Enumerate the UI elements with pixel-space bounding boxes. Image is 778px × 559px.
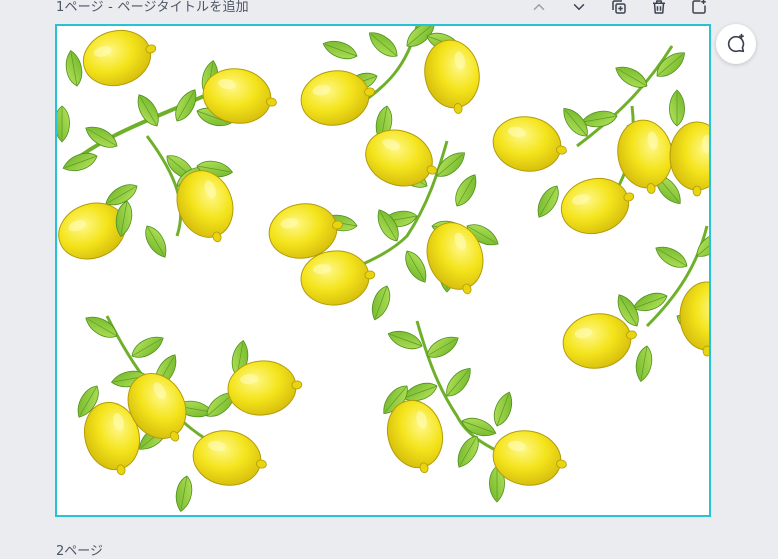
chevron-down-icon: [573, 4, 585, 10]
duplicate-page-button[interactable]: [608, 0, 630, 18]
add-comment-icon: [727, 33, 745, 53]
lemon-branch-top-left: [57, 26, 282, 269]
add-page-icon: [692, 0, 706, 14]
lemon-pattern-illustration: [57, 26, 709, 514]
trash-icon: [653, 0, 665, 14]
lemon-branch-right: [558, 225, 709, 384]
page-header: 1ページ - ページタイトルを追加: [56, 0, 710, 18]
add-comment-button[interactable]: [716, 24, 756, 64]
lemon-branch-bottom-center: [377, 320, 572, 503]
lemon-branch-center: [264, 120, 503, 323]
move-page-up-button[interactable]: [528, 0, 550, 18]
move-page-down-button[interactable]: [568, 0, 590, 18]
duplicate-icon: [612, 0, 626, 14]
lemon-branch-bottom-left: [72, 311, 305, 514]
next-page-title[interactable]: 2ページ: [56, 540, 103, 559]
page-toolbar: [528, 0, 710, 18]
design-canvas[interactable]: [55, 24, 711, 517]
page-title[interactable]: 1ページ - ページタイトルを追加: [56, 0, 249, 15]
chevron-up-icon: [533, 4, 545, 10]
lemon-branch-top-right: [488, 45, 709, 242]
lemon-branch-top-center: [296, 26, 487, 144]
delete-page-button[interactable]: [648, 0, 670, 18]
add-page-button[interactable]: [688, 0, 710, 18]
